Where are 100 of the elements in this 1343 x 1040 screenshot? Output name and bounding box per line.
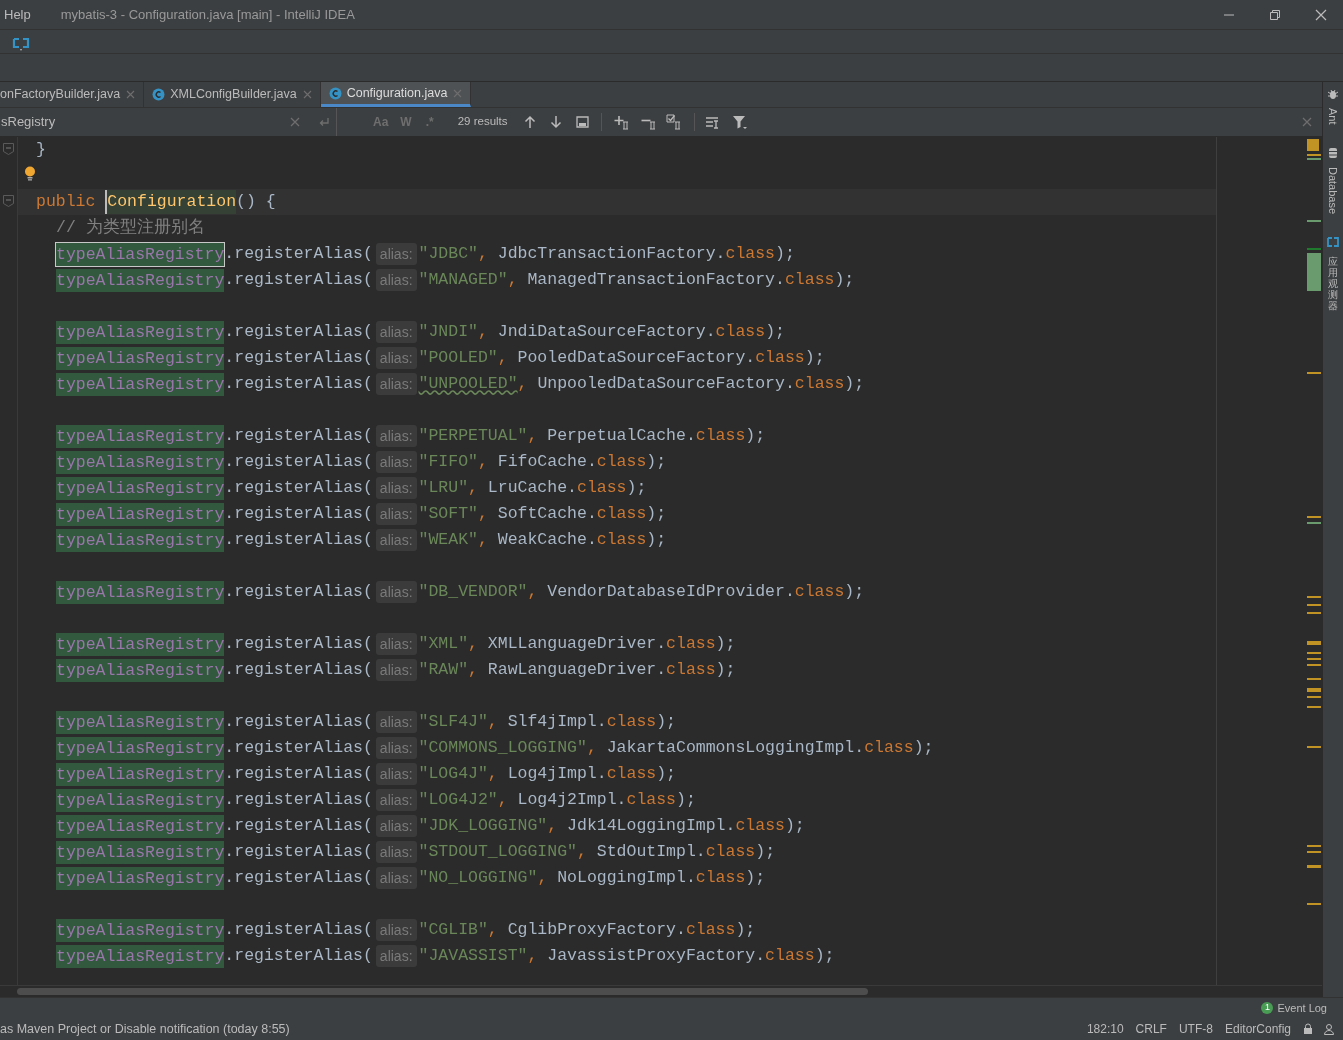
- code-text: );: [784, 814, 805, 837]
- window-icon[interactable]: [575, 116, 589, 128]
- code-text: ,: [468, 632, 478, 655]
- string-literal: "LRU": [418, 476, 469, 499]
- keyword: class: [794, 372, 845, 395]
- bug-icon[interactable]: [1327, 88, 1339, 100]
- code-text: );: [626, 476, 647, 499]
- keyword: class: [606, 710, 657, 733]
- editor-config[interactable]: EditorConfig: [1224, 1020, 1291, 1038]
- class-name: JakartaCommonsLoggingImpl: [606, 736, 855, 759]
- string-literal: "JDK_LOGGING": [418, 814, 548, 837]
- search-match: typeAliasRegistry: [56, 762, 225, 786]
- line-separator[interactable]: CRLF: [1135, 1020, 1167, 1038]
- arrow-up-icon[interactable]: [523, 115, 536, 129]
- string-literal: "JDBC": [418, 242, 478, 265]
- code-text: );: [676, 788, 696, 811]
- code-text: ,: [547, 814, 558, 837]
- method-call: .registerAlias(: [224, 658, 373, 681]
- caret-position[interactable]: 182:10: [1086, 1020, 1124, 1038]
- close-icon[interactable]: [1315, 8, 1327, 21]
- method-call: .registerAlias(: [224, 814, 373, 837]
- code-text: ,: [477, 528, 488, 551]
- string-literal: "COMMONS_LOGGING": [418, 736, 587, 759]
- menu-item[interactable]: Help: [4, 4, 31, 25]
- search-match: typeAliasRegistry: [56, 736, 225, 760]
- class-name: JavassistProxyFactory: [547, 944, 756, 967]
- keyword: class: [794, 580, 845, 603]
- keyword: class: [705, 840, 756, 863]
- restore-icon[interactable]: [1269, 8, 1281, 21]
- editor-tab[interactable]: onFactoryBuilder.java: [0, 82, 145, 107]
- class-name: Slf4jImpl: [507, 710, 597, 733]
- event-log-button[interactable]: Event Log: [1277, 999, 1327, 1017]
- filter-icon[interactable]: [731, 114, 748, 130]
- code-text: .: [725, 814, 736, 837]
- search-match: typeAliasRegistry: [56, 918, 225, 942]
- search-match: typeAliasRegistry: [56, 268, 225, 292]
- parameter-hint: alias:: [375, 347, 417, 369]
- code-text: );: [804, 346, 825, 369]
- editor-tab[interactable]: Configuration.java: [320, 82, 472, 107]
- filter-lines-icon[interactable]: [704, 115, 720, 129]
- person-icon[interactable]: [1323, 1023, 1335, 1035]
- method-name: Configuration: [105, 189, 237, 215]
- class-name: FifoCache: [497, 450, 587, 473]
- code-text: .: [616, 788, 627, 811]
- search-match: typeAliasRegistry: [56, 424, 225, 448]
- method-call: .registerAlias(: [224, 476, 373, 499]
- code-text: ,: [477, 502, 488, 525]
- method-call: .registerAlias(: [224, 866, 373, 889]
- parameter-hint: alias:: [375, 529, 417, 551]
- keyword: class: [735, 814, 785, 837]
- string-literal: "LOG4J": [418, 762, 488, 785]
- database-icon[interactable]: [1327, 146, 1339, 159]
- parameter-hint: alias:: [375, 425, 417, 447]
- tool-window-button[interactable]: 应用观测器: [1328, 255, 1338, 311]
- parameter-hint: alias:: [375, 867, 417, 889]
- code-text: .: [705, 320, 716, 343]
- keyword: class: [596, 502, 647, 525]
- method-call: .registerAlias(: [224, 320, 373, 343]
- tool-window-button[interactable]: Ant: [1324, 108, 1342, 125]
- search-match: typeAliasRegistry: [56, 840, 225, 864]
- scrollbar-thumb[interactable]: [17, 988, 868, 995]
- code-text: );: [646, 528, 667, 551]
- notification-badge: 1: [1261, 1002, 1274, 1014]
- lightbulb-icon[interactable]: [24, 166, 36, 181]
- string-literal: "JAVASSIST": [418, 944, 528, 967]
- method-call: .registerAlias(: [224, 268, 373, 291]
- file-encoding[interactable]: UTF-8: [1178, 1020, 1213, 1038]
- code-text: ,: [507, 268, 518, 291]
- method-call: .registerAlias(: [224, 424, 373, 447]
- lock-icon[interactable]: [1303, 1023, 1313, 1035]
- class-name: WeakCache: [497, 528, 587, 551]
- app-monitor-icon[interactable]: [12, 36, 30, 52]
- class-name: UnpooledDataSourceFactory: [537, 372, 785, 395]
- search-match: typeAliasRegistry: [56, 632, 225, 656]
- code-text: ,: [527, 424, 538, 447]
- code-text: ,: [527, 944, 538, 967]
- class-name: RawLanguageDriver: [487, 658, 657, 681]
- string-literal: "SOFT": [418, 502, 478, 525]
- string-literal: "RAW": [418, 658, 469, 681]
- tool-window-button[interactable]: Database: [1324, 166, 1342, 214]
- code-text: .: [656, 632, 667, 655]
- editor-tab[interactable]: XMLConfigBuilder.java: [144, 82, 321, 107]
- code-text: );: [755, 840, 776, 863]
- code-text: );: [735, 918, 756, 941]
- search-match: typeAliasRegistry: [56, 866, 225, 890]
- search-match: typeAliasRegistry: [56, 658, 225, 682]
- parameter-hint: alias:: [375, 711, 417, 733]
- parameter-hint: alias:: [375, 373, 417, 395]
- code-text: ,: [468, 476, 478, 499]
- search-match: typeAliasRegistry: [56, 450, 225, 474]
- app-monitor-icon[interactable]: [1327, 235, 1339, 248]
- parameter-hint: alias:: [375, 659, 417, 681]
- code-text: .: [775, 268, 785, 291]
- class-name: NoLoggingImpl: [557, 866, 686, 889]
- code-text: .: [656, 658, 667, 681]
- arrow-down-icon[interactable]: [549, 115, 562, 129]
- code-text: .: [567, 476, 577, 499]
- code-text: );: [715, 658, 736, 681]
- string-literal: "UNPOOLED": [418, 372, 518, 395]
- string-literal: "LOG4J2": [418, 788, 498, 811]
